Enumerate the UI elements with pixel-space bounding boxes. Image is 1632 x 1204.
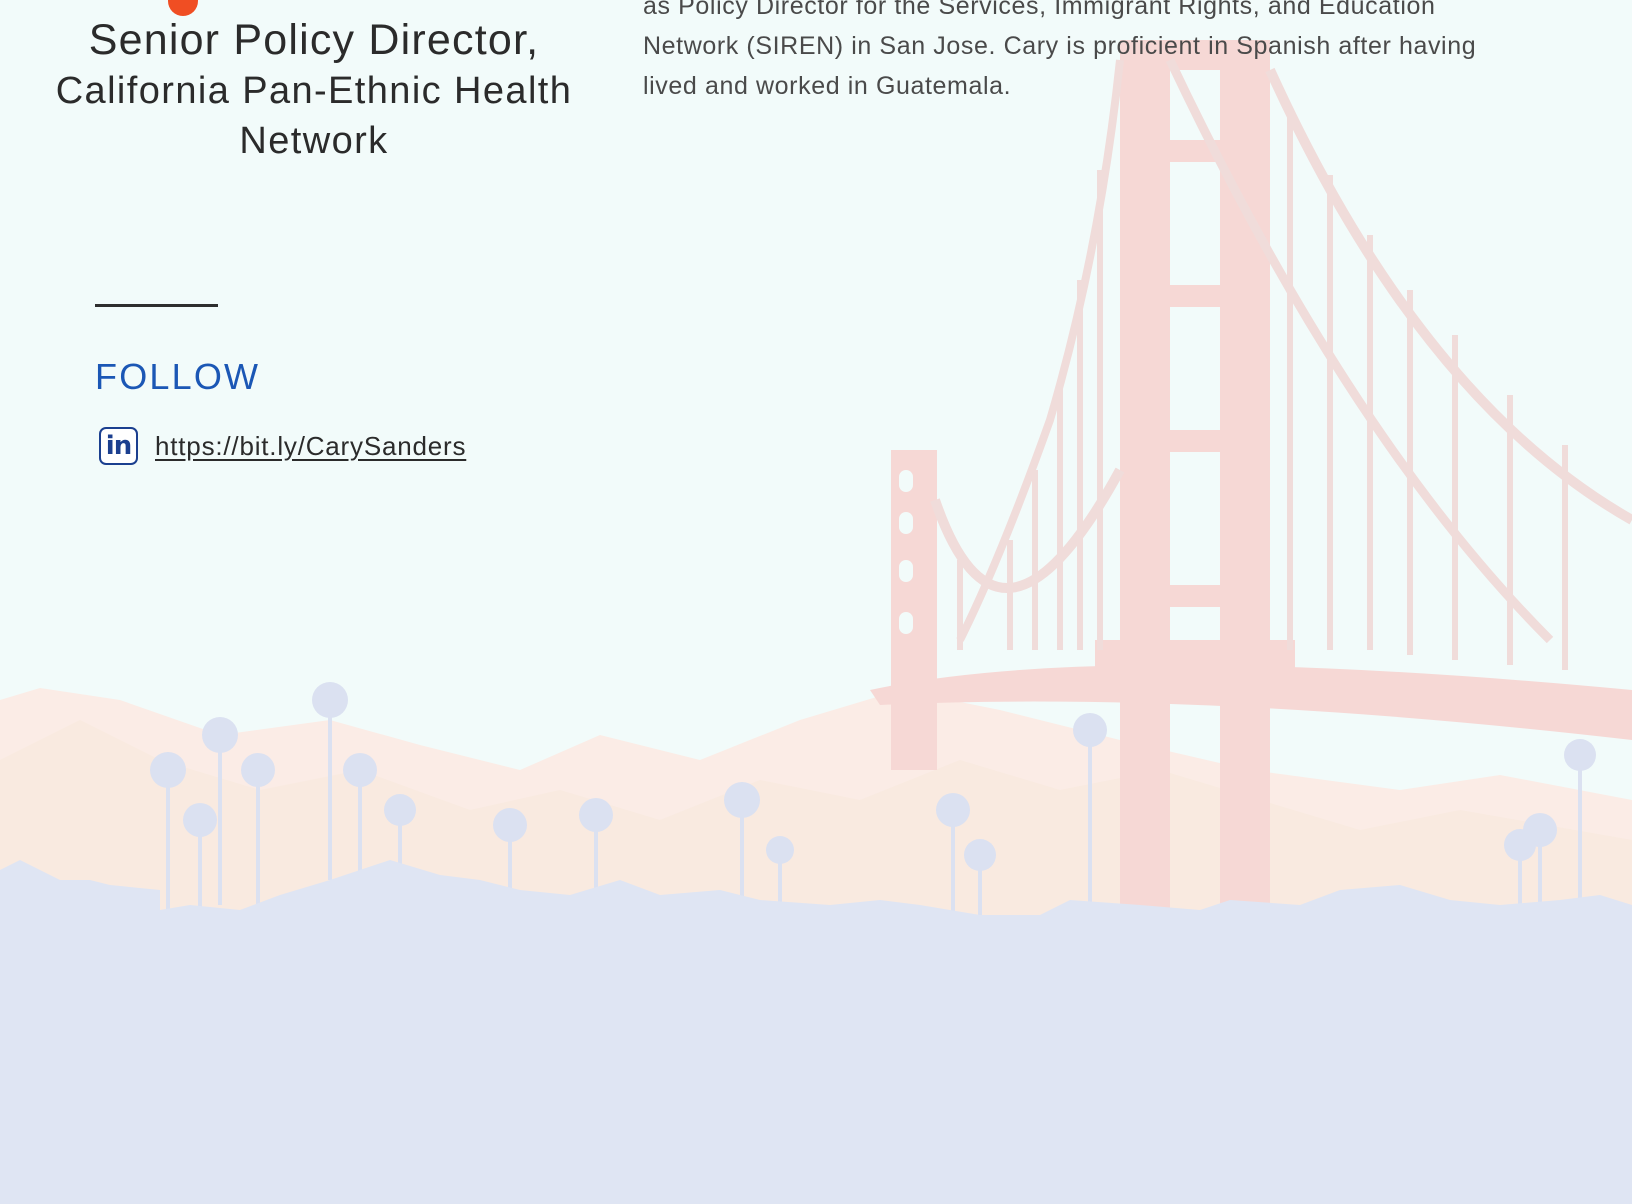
bio-line: as Policy Director for the Services, Imm… — [643, 0, 1436, 20]
follow-heading: FOLLOW — [95, 356, 261, 397]
linkedin-link[interactable]: https://bit.ly/CarySanders — [155, 431, 466, 462]
speaker-organization: California Pan-Ethnic Health Network — [55, 70, 573, 162]
bio-line: lived and worked in Guatemala. — [643, 72, 1012, 100]
speaker-profile-section: Senior Policy Director, California Pan-E… — [0, 0, 1632, 1204]
social-links: in https://bit.ly/CarySanders — [99, 427, 466, 465]
speaker-bio: as Policy Director for the Services, Imm… — [643, 0, 1583, 106]
bio-line: Network (SIREN) in San Jose. Cary is pro… — [643, 32, 1477, 60]
section-divider — [95, 304, 218, 307]
speaker-title-block: Senior Policy Director, California Pan-E… — [30, 0, 598, 166]
linkedin-icon[interactable]: in — [99, 427, 138, 465]
speaker-role: Senior Policy Director, — [88, 16, 540, 64]
